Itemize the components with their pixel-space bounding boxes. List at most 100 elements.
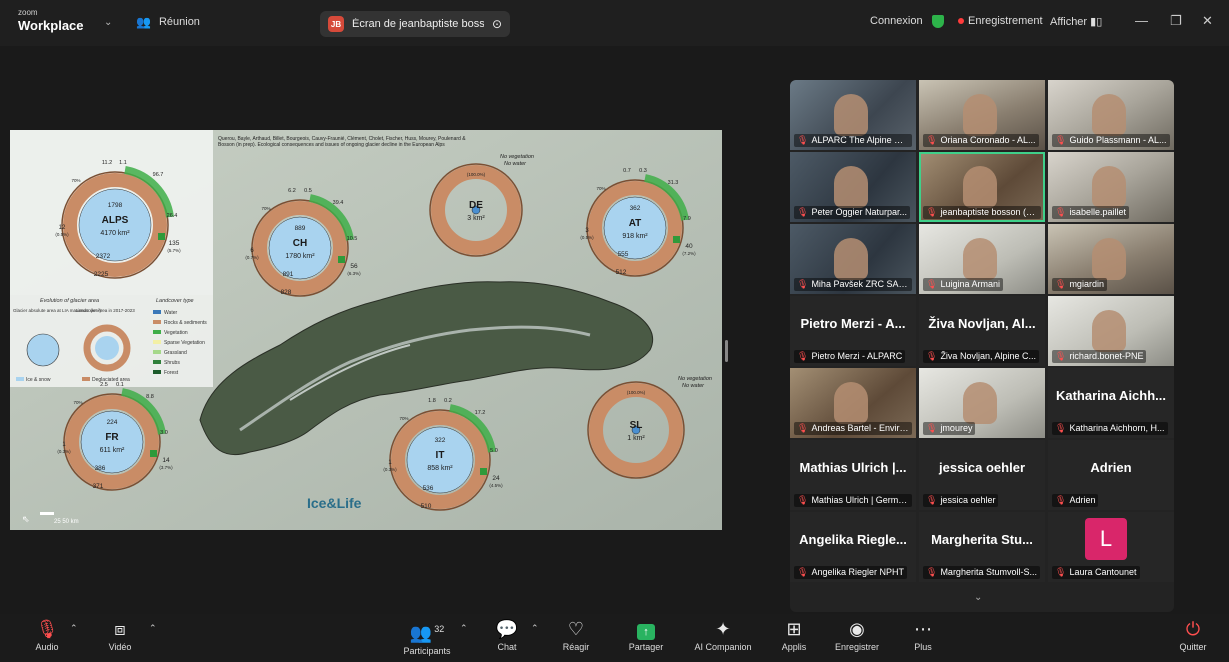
donut-value-ice: 889: [295, 225, 306, 232]
video-label: Vidéo: [108, 642, 132, 652]
legend-landcover-area: Landcover area in 2017-2023: [76, 308, 135, 313]
donut-value-s4: 26.4: [167, 213, 178, 219]
meeting-menu[interactable]: 👥 Réunion: [136, 15, 200, 29]
donut-value-veg_pct: (4.5%): [489, 483, 503, 488]
recording-label: Enregistrement: [968, 15, 1043, 27]
participant-tile[interactable]: Pietro Merzi - A... 🎙 Pietro Merzi - ALPAR…: [790, 296, 916, 366]
participant-tile[interactable]: Mathias Ulrich |... 🎙 Mathias Ulrich | Ger…: [790, 440, 916, 510]
donut-value-s1: 0.7: [623, 168, 631, 174]
participants-button[interactable]: 👥 32 Participants: [382, 618, 472, 656]
donut-value-s2: 0.2: [444, 398, 452, 404]
donut-value-rock2: 510: [421, 503, 432, 510]
participant-video: [963, 382, 997, 424]
participant-tile[interactable]: Živa Novljan, Al... 🎙 Živa Novljan, Alpine…: [919, 296, 1045, 366]
donut-value-water_pct: (0.3%): [57, 449, 71, 454]
mic-muted-icon: 🎙: [797, 423, 809, 433]
close-icon[interactable]: ✕: [1202, 13, 1213, 29]
more-options-icon[interactable]: ⊙: [492, 17, 502, 31]
security-shield-icon[interactable]: [932, 15, 944, 28]
donut-value-s3: 96.7: [153, 172, 164, 178]
donut-value-s5: 70%: [399, 416, 408, 421]
participant-video: [1092, 166, 1126, 208]
mic-muted-icon: 🎙: [797, 351, 809, 361]
participant-name-label: 🎙 ALPARC The Alpine Ne...: [794, 134, 912, 147]
participant-tile[interactable]: 🎙 Luigina Armani: [919, 224, 1045, 294]
participant-display-name: Živa Novljan, Al...: [928, 316, 1036, 331]
mic-muted-icon: 🎙: [926, 351, 938, 361]
chevron-down-icon[interactable]: ⌄: [104, 17, 112, 28]
participant-name: jessica oehler: [940, 495, 996, 505]
donut-area: 1780 km²: [285, 253, 315, 260]
participant-name: Živa Novljan, Alpine C...: [940, 351, 1036, 361]
participant-name-label: 🎙 jmourey: [923, 422, 976, 435]
donut-value-s4: 10.5: [347, 236, 358, 242]
participant-tile[interactable]: 🎙 richard.bonet-PNE: [1048, 296, 1174, 366]
participant-tile[interactable]: Adrien 🎙 Adrien: [1048, 440, 1174, 510]
participant-name-label: 🎙 Adrien: [1052, 494, 1099, 507]
brand-workplace: Workplace: [18, 18, 84, 33]
mic-muted-icon: 🎙: [926, 423, 938, 433]
participant-name-label: 🎙 jeanbaptiste bosson (mar...: [923, 206, 1041, 219]
participant-name: Luigina Armani: [940, 279, 1000, 289]
participant-gallery: ⌄ 🎙 ALPARC The Alpine Ne... 🎙 Oriana Corona…: [790, 80, 1174, 612]
mic-muted-icon: 🎙: [1055, 567, 1067, 577]
participant-video: [834, 94, 868, 136]
restore-icon[interactable]: ❐: [1170, 13, 1182, 29]
splitter-handle[interactable]: [725, 340, 728, 362]
participant-tile[interactable]: 🎙 isabelle.paillet: [1048, 152, 1174, 222]
participant-tile[interactable]: Angelika Riegle... 🎙 Angelika Riegler NPHT: [790, 512, 916, 582]
participant-tile[interactable]: 🎙 Oriana Coronado - AL...: [919, 80, 1045, 150]
mic-muted-icon: 🎙: [1055, 351, 1067, 361]
screen-share-indicator[interactable]: JB Écran de jeanbaptiste bosson (m ⊙: [320, 11, 510, 37]
scale-bar: 25 50 km: [54, 519, 79, 525]
participant-tile[interactable]: 🎙 Guido Plassmann - AL...: [1048, 80, 1174, 150]
participant-tile[interactable]: Margherita Stu... 🎙 Margherita Stumvoll-S.…: [919, 512, 1045, 582]
meeting-toolbar: 🎙 Audio ⌃ ⧈ Vidéo ⌃ 👥 32 Participants ⌃ 💬…: [0, 614, 1229, 662]
participant-tile[interactable]: 🎙 jeanbaptiste bosson (mar...: [919, 152, 1045, 222]
mic-muted-icon: 🎙: [797, 135, 809, 145]
participant-video: [1092, 94, 1126, 136]
participant-tile[interactable]: Katharina Aichh... 🎙 Katharina Aichhorn, H…: [1048, 368, 1174, 438]
participant-name-label: 🎙 jessica oehler: [923, 494, 999, 507]
recording-indicator[interactable]: Enregistrement: [958, 15, 1043, 27]
donut-value-pct: (100.0%): [467, 172, 486, 177]
donut-value-water: 12: [59, 225, 66, 231]
donut-value-rock2: 2225: [94, 271, 109, 278]
more-button[interactable]: ⋯ Plus: [878, 618, 968, 652]
legend-landcover-title: Landcover type: [156, 298, 194, 304]
participant-name: Oriana Coronado - AL...: [940, 135, 1036, 145]
meeting-label: Réunion: [158, 16, 200, 28]
donut-value-s2: 0.1: [116, 382, 124, 388]
title-bar: zoom Workplace ⌄ 👥 Réunion JB Écran de j…: [0, 0, 1229, 46]
donut-value-s3: 17.2: [475, 410, 486, 416]
video-options-caret[interactable]: ⌃: [149, 623, 157, 634]
participant-name-label: 🎙 Miha Pavšek ZRC SAZU: [794, 278, 912, 291]
donut-value-s2: 0.3: [639, 168, 647, 174]
donut-value-s5: 70%: [73, 400, 82, 405]
participant-tile[interactable]: 🎙 jmourey: [919, 368, 1045, 438]
participant-tile[interactable]: jessica oehler 🎙 jessica oehler: [919, 440, 1045, 510]
gallery-scroll-down-icon[interactable]: ⌄: [974, 592, 982, 603]
participant-name: Pietro Merzi - ALPARC: [811, 351, 903, 361]
donut-value-s1: 1.8: [428, 398, 436, 404]
connexion-link[interactable]: Connexion: [870, 15, 923, 27]
donut-area: 611 km²: [100, 447, 125, 454]
participant-tile[interactable]: 🎙 mgiardin: [1048, 224, 1174, 294]
donut-value-rock2: 371: [93, 483, 104, 490]
participant-tile[interactable]: 🎙 Peter Oggier Naturpar...: [790, 152, 916, 222]
minimize-icon[interactable]: —: [1135, 13, 1148, 28]
participant-name-label: 🎙 Peter Oggier Naturpar...: [794, 206, 910, 219]
people-icon: 👥: [136, 15, 151, 29]
legend-rocks: Rocks & sediments: [164, 320, 207, 326]
participant-tile[interactable]: 🎙 ALPARC The Alpine Ne...: [790, 80, 916, 150]
participant-tile[interactable]: 🎙 Andreas Bartel - Enviro...: [790, 368, 916, 438]
donut-value-veg_pct: (6.3%): [347, 271, 361, 276]
participant-tile[interactable]: L 🎙 Laura Cantounet: [1048, 512, 1174, 582]
participant-tile[interactable]: 🎙 Miha Pavšek ZRC SAZU: [790, 224, 916, 294]
quit-button[interactable]: ⏻ Quitter: [1148, 618, 1229, 652]
participant-name: Andreas Bartel - Enviro...: [811, 423, 912, 433]
view-menu[interactable]: Afficher ▮▯: [1050, 15, 1102, 28]
donut-value-rock: 891: [283, 271, 294, 278]
donut-value-water_pct: (0.5%): [55, 232, 69, 237]
view-label: Afficher: [1050, 16, 1088, 28]
